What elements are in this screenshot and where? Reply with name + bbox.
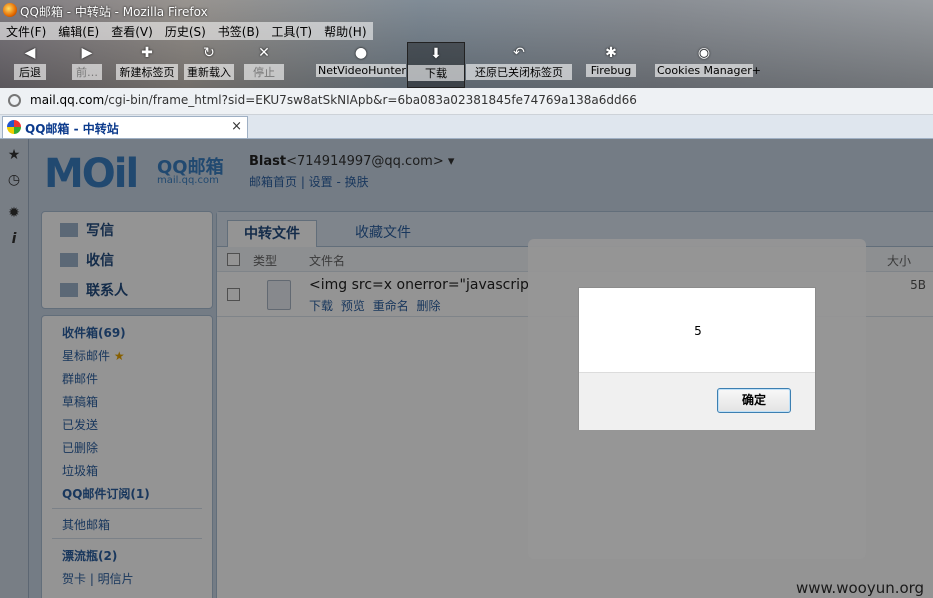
arrow-left-icon: ◀ [24,45,36,61]
alert-dialog: 5 确定 [578,287,816,430]
download-icon: ⬇ [430,46,442,62]
tab-qqmail[interactable]: QQ邮箱 - 中转站 × [2,116,248,138]
watermark: www.wooyun.org [796,579,925,597]
menu-edit[interactable]: 编辑(E) [52,22,106,40]
cookie-icon: ◉ [697,45,711,61]
menu-bar: 文件(F) 编辑(E) 查看(V) 历史(S) 书签(B) 工具(T) 帮助(H… [0,22,373,40]
back-button[interactable]: ◀ 后退 [14,42,46,86]
title-bar: QQ邮箱 - 中转站 - Mozilla Firefox [0,0,933,20]
tab-close-icon[interactable]: × [231,119,242,134]
plus-icon: ✚ [141,45,153,61]
forward-button[interactable]: ▶ 前… [72,42,102,86]
reload-button[interactable]: ↻ 重新载入 [184,42,234,86]
netvideohunter-button[interactable]: ● NetVideoHunter [316,42,406,86]
menu-file[interactable]: 文件(F) [0,22,53,40]
tab-bar: QQ邮箱 - 中转站 × [0,115,933,139]
reload-icon: ↻ [203,45,215,61]
undo-icon: ↶ [513,45,525,61]
window-title: QQ邮箱 - 中转站 - Mozilla Firefox [20,5,208,19]
url-text[interactable]: mail.qq.com/cgi-bin/frame_html?sid=EKU7s… [30,93,637,107]
menu-help[interactable]: 帮助(H) [318,22,373,40]
alert-message: 5 [694,324,702,338]
menu-view[interactable]: 查看(V) [105,22,159,40]
download-button[interactable]: ⬇ 下载 [407,42,465,88]
qq-favicon-icon [7,120,21,134]
restore-closed-tab-button[interactable]: ↶ 还原已关闭标签页 [466,42,572,86]
alert-footer: 确定 [579,372,815,430]
cookies-manager-button[interactable]: ◉ Cookies Manager+ [655,42,761,86]
bug-icon: ✱ [605,45,617,61]
stop-icon: ✕ [258,45,270,61]
firefox-icon [3,3,17,17]
navigation-toolbar: ◀ 后退 ▶ 前… ✚ 新建标签页 ↻ 重新载入 ✕ 停止 ● NetVideo… [0,42,933,88]
firebug-button[interactable]: ✱ Firebug [586,42,636,86]
address-bar[interactable]: mail.qq.com/cgi-bin/frame_html?sid=EKU7s… [0,88,933,115]
stop-button[interactable]: ✕ 停止 [244,42,284,86]
menu-history[interactable]: 历史(S) [158,22,212,40]
video-icon: ● [354,45,368,61]
arrow-right-icon: ▶ [81,45,93,61]
menu-tools[interactable]: 工具(T) [265,22,319,40]
ok-button[interactable]: 确定 [717,388,791,413]
globe-icon [8,94,21,107]
menu-bookmarks[interactable]: 书签(B) [211,22,266,40]
new-tab-button[interactable]: ✚ 新建标签页 [116,42,178,86]
